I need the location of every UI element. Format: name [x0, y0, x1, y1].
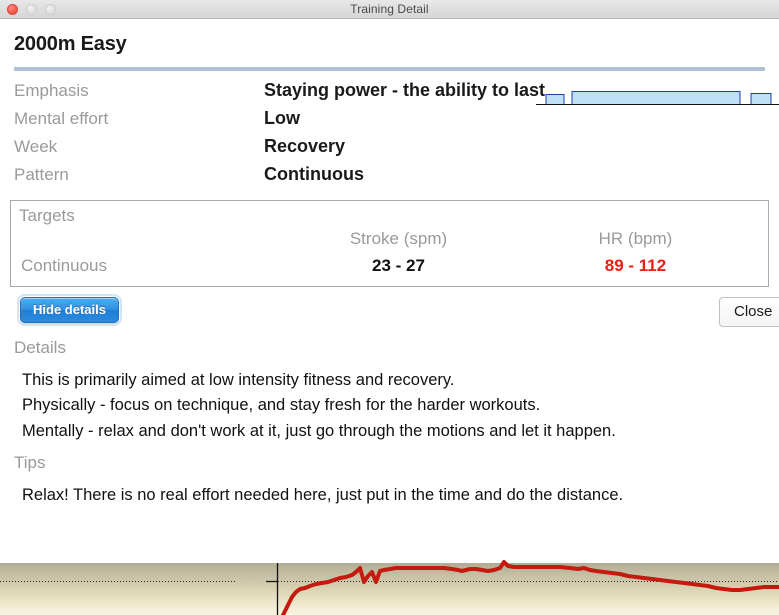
- detail-panel: 2000m Easy Emphasis Staying power - the …: [0, 19, 779, 508]
- meta-value: Recovery: [264, 136, 346, 156]
- targets-row-hr: 89 - 112: [604, 256, 667, 275]
- meta-value: Continuous: [264, 164, 364, 184]
- meta-value: Staying power - the ability to last: [264, 80, 546, 100]
- title-divider: [14, 67, 765, 71]
- heart-rate-chart: 100: [0, 552, 779, 615]
- maximize-window-button[interactable]: [45, 3, 56, 15]
- details-line: Physically - focus on technique, and sta…: [22, 396, 541, 415]
- table-row: Continuous 23 - 27 89 - 112: [11, 256, 768, 276]
- targets-row-stroke: 23 - 27: [372, 256, 425, 275]
- meta-row-week: Week Recovery: [0, 136, 779, 164]
- tips-body: Relax! There is no real effort needed he…: [14, 484, 765, 507]
- targets-header-stroke: Stroke (spm): [349, 229, 448, 248]
- meta-label: Pattern: [14, 165, 69, 184]
- minimize-window-button[interactable]: [26, 3, 37, 15]
- pattern-diagram: [536, 84, 779, 108]
- close-window-button[interactable]: [7, 3, 18, 15]
- pattern-diagram-svg: [536, 91, 779, 105]
- hide-details-button[interactable]: Hide details: [17, 294, 122, 326]
- close-button[interactable]: Close: [719, 297, 779, 327]
- targets-caption: Targets: [19, 206, 75, 225]
- details-line: Mentally - relax and don't work at it, j…: [22, 421, 616, 440]
- meta-label: Emphasis: [14, 81, 89, 100]
- meta-label: Week: [14, 137, 58, 156]
- tips-line: Relax! There is no real effort needed he…: [22, 486, 624, 505]
- pattern-block-2: [571, 91, 741, 105]
- window-titlebar: Training Detail: [0, 0, 779, 19]
- pattern-block-3: [750, 93, 772, 105]
- details-section: Details This is primarily aimed at low i…: [0, 338, 779, 443]
- window-controls: [0, 3, 56, 15]
- chart-svg: [0, 560, 779, 615]
- targets-header-hr: HR (bpm): [598, 229, 673, 248]
- targets-header-blank: [11, 229, 276, 249]
- tips-section: Tips Relax! There is no real effort need…: [0, 453, 779, 507]
- pattern-block-1: [545, 94, 565, 105]
- tips-heading: Tips: [14, 453, 46, 473]
- heart-rate-trace: [281, 560, 779, 615]
- targets-panel: Targets Stroke (spm) HR (bpm) Continuous…: [10, 200, 769, 287]
- button-bar: Hide details Close: [0, 294, 779, 328]
- page-title: 2000m Easy: [14, 33, 127, 55]
- details-body: This is primarily aimed at low intensity…: [14, 369, 765, 443]
- meta-label: Mental effort: [14, 109, 109, 128]
- meta-list: Emphasis Staying power - the ability to …: [0, 80, 779, 192]
- targets-table: Stroke (spm) HR (bpm) Continuous 23 - 27…: [11, 229, 768, 276]
- details-heading: Details: [14, 338, 66, 357]
- meta-row-pattern: Pattern Continuous: [0, 164, 779, 192]
- window-title: Training Detail: [350, 2, 429, 16]
- targets-header-row: Stroke (spm) HR (bpm): [11, 229, 768, 249]
- targets-row-name: Continuous: [21, 256, 108, 275]
- meta-row-mental-effort: Mental effort Low: [0, 108, 779, 136]
- meta-value: Low: [264, 108, 300, 128]
- details-line: This is primarily aimed at low intensity…: [22, 371, 455, 389]
